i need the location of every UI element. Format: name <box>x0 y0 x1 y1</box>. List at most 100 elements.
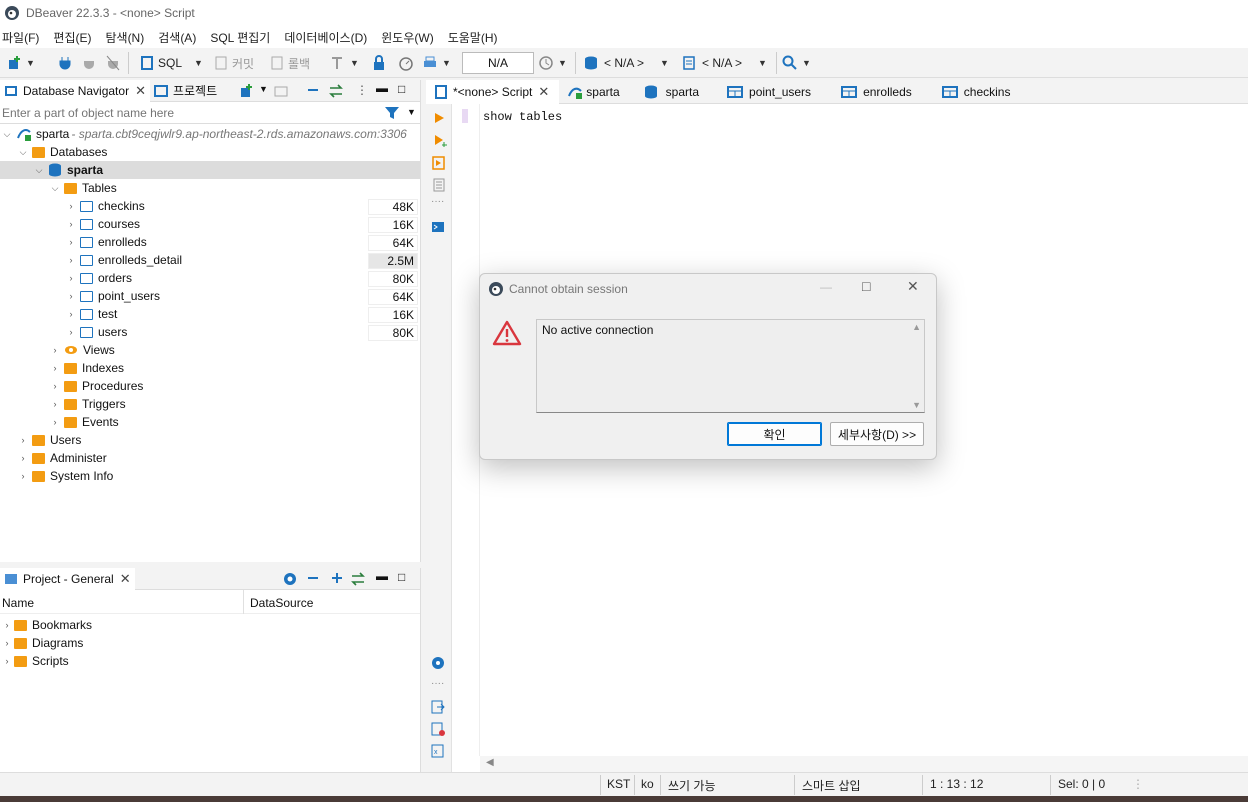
collapse-all-icon[interactable] <box>306 83 320 100</box>
tree-system-info[interactable]: › System Info <box>18 467 114 485</box>
chevron-down-icon[interactable]: ▼ <box>407 107 416 117</box>
tree-schema-sparta[interactable]: ⌵ sparta <box>0 161 420 179</box>
project-item-bookmarks[interactable]: › Bookmarks <box>2 616 93 634</box>
scroll-up-icon[interactable]: ▲ <box>912 322 921 332</box>
variables-icon[interactable]: x <box>431 744 445 761</box>
menu-file[interactable]: 파일(F) <box>2 29 39 46</box>
expand-icon[interactable] <box>330 571 344 588</box>
rollback-button[interactable]: 롤백 <box>270 53 310 73</box>
commit-button[interactable]: 커밋 <box>214 53 254 73</box>
history-button[interactable]: ▼ <box>538 53 567 73</box>
tab-enrolleds[interactable]: enrolleds <box>821 80 922 104</box>
tree-administer[interactable]: › Administer <box>18 449 107 467</box>
menu-sql-editor[interactable]: SQL 편집기 <box>210 29 270 46</box>
new-connection-button[interactable]: ▼ <box>6 53 35 73</box>
tab-checkins[interactable]: checkins <box>922 80 1021 104</box>
tree-table-courses[interactable]: › courses <box>66 215 141 233</box>
tree-tables[interactable]: ⌵ Tables <box>50 179 117 197</box>
export-icon[interactable] <box>431 700 445 717</box>
new-folder-icon[interactable] <box>274 83 290 102</box>
tree-table-test[interactable]: › test <box>66 305 118 323</box>
dialog-message-box[interactable]: No active connection ▲ ▼ <box>536 319 925 413</box>
execute-statement-icon[interactable] <box>433 112 445 127</box>
chevron-down-icon[interactable]: ▼ <box>259 84 268 94</box>
dashboard-button[interactable] <box>398 53 414 73</box>
tree-procedures[interactable]: › Procedures <box>50 377 144 395</box>
invalidate-button[interactable] <box>82 53 96 73</box>
tab-database-navigator[interactable]: Database Navigator ✕ <box>0 79 150 102</box>
lock-button[interactable] <box>372 53 386 73</box>
execute-in-new-tab-icon[interactable] <box>433 134 447 151</box>
explain-plan-icon[interactable] <box>432 178 446 195</box>
schema-selector[interactable]: < N/A > ▼ <box>682 53 767 73</box>
minimize-icon[interactable]: ▬ <box>376 81 388 95</box>
sql-code[interactable]: show tables <box>483 110 562 124</box>
gear-icon[interactable] <box>431 656 445 673</box>
filter-icon[interactable] <box>384 105 400 124</box>
transaction-mode-button[interactable]: ▼ <box>330 53 359 73</box>
menu-help[interactable]: 도움말(H) <box>448 29 498 46</box>
view-menu-icon[interactable]: ⋮ <box>356 83 368 97</box>
column-name-header[interactable]: Name <box>2 596 34 610</box>
transaction-mode-field[interactable]: N/A <box>462 52 534 74</box>
tab-projects[interactable]: 프로젝트 <box>150 80 221 102</box>
menu-search[interactable]: 검색(A) <box>158 29 196 46</box>
tree-indexes[interactable]: › Indexes <box>50 359 125 377</box>
close-icon[interactable]: ✕ <box>538 84 549 100</box>
scroll-left-icon[interactable]: ◀ <box>486 757 494 768</box>
tab-none-script[interactable]: *<none> Script ✕ <box>426 79 560 104</box>
close-icon[interactable]: ✕ <box>120 571 131 587</box>
more-icon[interactable]: ···· <box>431 196 444 207</box>
status-timezone[interactable]: KST <box>607 777 630 791</box>
tree-table-enrolleds[interactable]: › enrolleds <box>66 233 147 251</box>
tab-sparta-database[interactable]: sparta <box>630 80 709 104</box>
object-filter-input[interactable] <box>0 102 374 123</box>
tree-users[interactable]: › Users <box>18 431 82 449</box>
tree-table-orders[interactable]: › orders <box>66 269 133 287</box>
terminal-icon[interactable] <box>431 220 445 237</box>
tree-events[interactable]: › Events <box>50 413 119 431</box>
search-button[interactable]: ▼ <box>782 53 811 73</box>
project-item-scripts[interactable]: › Scripts <box>2 652 69 670</box>
tree-table-users[interactable]: › users <box>66 323 128 341</box>
tree-table-point-users[interactable]: › point_users <box>66 287 161 305</box>
minimize-icon[interactable]: ▬ <box>376 569 388 583</box>
project-item-diagrams[interactable]: › Diagrams <box>2 634 84 652</box>
collapse-all-icon[interactable] <box>306 571 320 588</box>
gear-icon[interactable] <box>282 571 298 590</box>
scroll-down-icon[interactable]: ▼ <box>912 400 921 410</box>
connect-button[interactable] <box>58 53 72 73</box>
close-icon[interactable]: ✕ <box>907 278 919 295</box>
menu-database[interactable]: 데이터베이스(D) <box>284 29 367 46</box>
menu-navigate[interactable]: 탐색(N) <box>105 29 144 46</box>
disconnect-button[interactable] <box>106 53 120 73</box>
ok-button[interactable]: 확인 <box>727 422 822 446</box>
details-button[interactable]: 세부사항(D) >> <box>830 422 924 446</box>
column-datasource-header[interactable]: DataSource <box>250 596 313 610</box>
maximize-icon[interactable]: □ <box>398 570 405 584</box>
status-locale[interactable]: ko <box>641 777 654 791</box>
tree-connection-sparta[interactable]: ⌵ sparta - sparta.cbt9ceqjwlr9.ap-northe… <box>2 125 407 143</box>
tree-views[interactable]: › Views <box>50 341 115 359</box>
tab-sparta-connection[interactable]: sparta <box>559 80 629 104</box>
tab-project-general[interactable]: Project - General ✕ <box>0 567 135 590</box>
horizontal-scrollbar[interactable]: ◀ <box>480 756 1248 772</box>
link-with-editor-icon[interactable] <box>350 571 366 590</box>
datasource-selector[interactable]: < N/A > ▼ <box>584 53 669 73</box>
print-button[interactable]: ▼ <box>422 53 451 73</box>
maximize-icon[interactable]: □ <box>862 278 870 294</box>
link-with-editor-icon[interactable] <box>328 83 344 102</box>
tree-triggers[interactable]: › Triggers <box>50 395 126 413</box>
maximize-icon[interactable]: □ <box>398 82 405 96</box>
error-log-icon[interactable] <box>431 722 445 739</box>
more-icon[interactable]: ···· <box>431 678 444 689</box>
tab-point-users[interactable]: point_users <box>709 80 821 104</box>
tree-databases[interactable]: ⌵ Databases <box>18 143 108 161</box>
close-icon[interactable]: ✕ <box>135 83 146 99</box>
menu-window[interactable]: 윈도우(W) <box>381 29 433 46</box>
tree-table-enrolleds-detail[interactable]: › enrolleds_detail <box>66 251 183 269</box>
new-connection-icon[interactable] <box>238 83 254 102</box>
execute-script-icon[interactable] <box>432 156 446 173</box>
minimize-icon[interactable]: — <box>820 280 832 294</box>
tree-table-checkins[interactable]: › checkins <box>66 197 145 215</box>
